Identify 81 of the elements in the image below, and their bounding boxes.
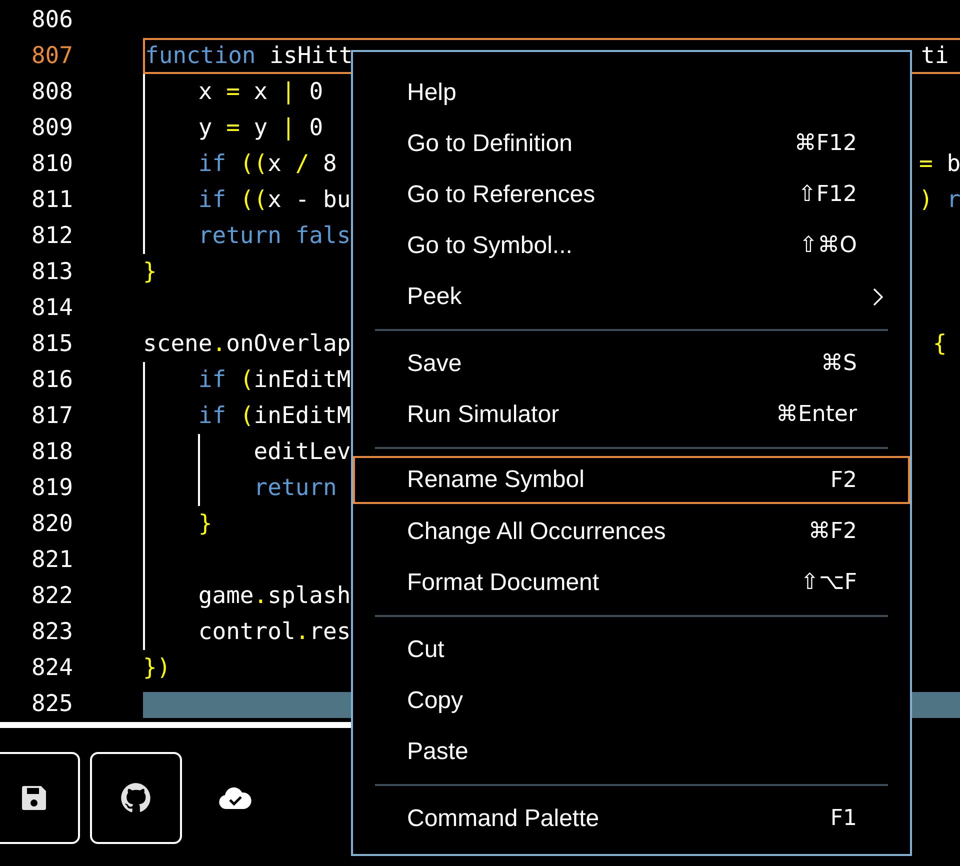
shortcut-label: F2 (830, 468, 857, 492)
menu-item-label: Go to References (407, 180, 596, 208)
menu-item-label: Cut (407, 636, 444, 664)
shortcut-label: F1 (830, 806, 857, 831)
code-line: scene.onOverlap (143, 331, 351, 357)
menu-item[interactable]: Go to References ⇧F12 (353, 169, 910, 220)
menu-item-label: Rename Symbol (407, 466, 584, 494)
line-number: 807 (30, 42, 73, 71)
shortcut-label: ⇧⌘O (799, 233, 857, 258)
menu-item-label: Save (407, 350, 462, 378)
repository-button[interactable] (90, 752, 182, 844)
shortcut-label: ⌘F2 (808, 519, 857, 544)
menu-item-label: Change All Occurrences (407, 518, 666, 546)
code-fragment: = b (919, 150, 960, 179)
line-number: 818 (30, 438, 73, 467)
code-line: }) (143, 655, 171, 681)
shortcut-label: ⌘Enter (776, 402, 857, 427)
menu-item-label: Go to Definition (407, 130, 572, 158)
menu-item[interactable]: Copy (353, 675, 910, 726)
menu-item-label: Command Palette (407, 804, 600, 832)
line-number: 813 (30, 258, 73, 287)
cat-logo-icon (120, 782, 152, 814)
line-number: 811 (30, 186, 73, 215)
code-line: editLev (252, 439, 351, 465)
shortcut-label: ⇧F12 (798, 182, 857, 207)
code-line: } (143, 259, 157, 285)
menu-item[interactable]: Cut (353, 624, 910, 675)
menu-item[interactable]: Go to Definition ⌘F12 (353, 118, 910, 169)
line-number: 808 (30, 78, 73, 107)
menu-item-label: Run Simulator (407, 400, 560, 428)
line-number: 824 (30, 654, 73, 683)
line-number: 809 (30, 114, 73, 143)
line-number: 815 (30, 330, 73, 359)
line-number: 810 (30, 150, 73, 179)
line-number: 822 (30, 582, 73, 611)
menu-item[interactable]: Command Palette F1 (353, 793, 910, 844)
cloud-check-icon (218, 786, 252, 810)
menu-item-label: Copy (407, 686, 464, 714)
code-line: if ((x / 8 (197, 151, 337, 177)
menu-item[interactable]: Format Document ⇧⌥F (353, 557, 910, 608)
menu-item[interactable]: Save ⌘S (353, 338, 910, 389)
line-number: 817 (30, 402, 73, 431)
line-number: 823 (30, 618, 73, 647)
code-line: function isHitt (145, 43, 353, 69)
line-number: 812 (30, 222, 73, 251)
code-line: x = x | 0 (197, 79, 324, 105)
code-line: if (inEditM (197, 403, 351, 429)
menu-item[interactable]: Peek (353, 271, 910, 322)
menu-item-label: Paste (407, 738, 468, 766)
line-number: 819 (30, 474, 73, 503)
menu-item[interactable]: Go to Symbol... ⇧⌘O (353, 220, 910, 271)
menu-item-label: Help (407, 78, 456, 106)
code-fragment: ) r (919, 186, 960, 215)
code-line: return (252, 475, 337, 501)
menu-item[interactable]: Rename Symbol F2 (353, 456, 910, 504)
code-line: } (197, 511, 212, 537)
line-number: 820 (30, 510, 73, 539)
menu-item-label: Go to Symbol... (407, 232, 572, 260)
menu-item[interactable]: Paste (353, 726, 910, 777)
code-fragment: ti (921, 42, 949, 71)
line-number: 821 (30, 546, 73, 575)
code-line: y = y | 0 (197, 115, 324, 141)
code-line: control.res (197, 619, 351, 645)
menu-item-label: Peek (407, 282, 462, 310)
code-line: if (inEditM (197, 367, 351, 393)
menu-item[interactable]: Help (353, 67, 910, 118)
save-button[interactable] (0, 752, 80, 844)
code-line: game.splash (197, 583, 351, 609)
code-line: return fals (197, 223, 351, 249)
shortcut-label: ⌘S (821, 351, 857, 376)
shortcut-label: ⌘F12 (794, 131, 857, 156)
menu-item-label: Format Document (407, 568, 600, 596)
line-number: 825 (30, 690, 73, 719)
menu-item[interactable]: Run Simulator ⌘Enter (353, 389, 910, 440)
code-line: if ((x - bu (197, 187, 351, 213)
shortcut-label: ⇧⌥F (800, 570, 857, 595)
line-number: 814 (30, 294, 73, 323)
code-fragment: { (932, 330, 947, 359)
line-number: 806 (30, 6, 73, 35)
menu-item[interactable]: Change All Occurrences ⌘F2 (353, 506, 910, 557)
line-number: 816 (30, 366, 73, 395)
